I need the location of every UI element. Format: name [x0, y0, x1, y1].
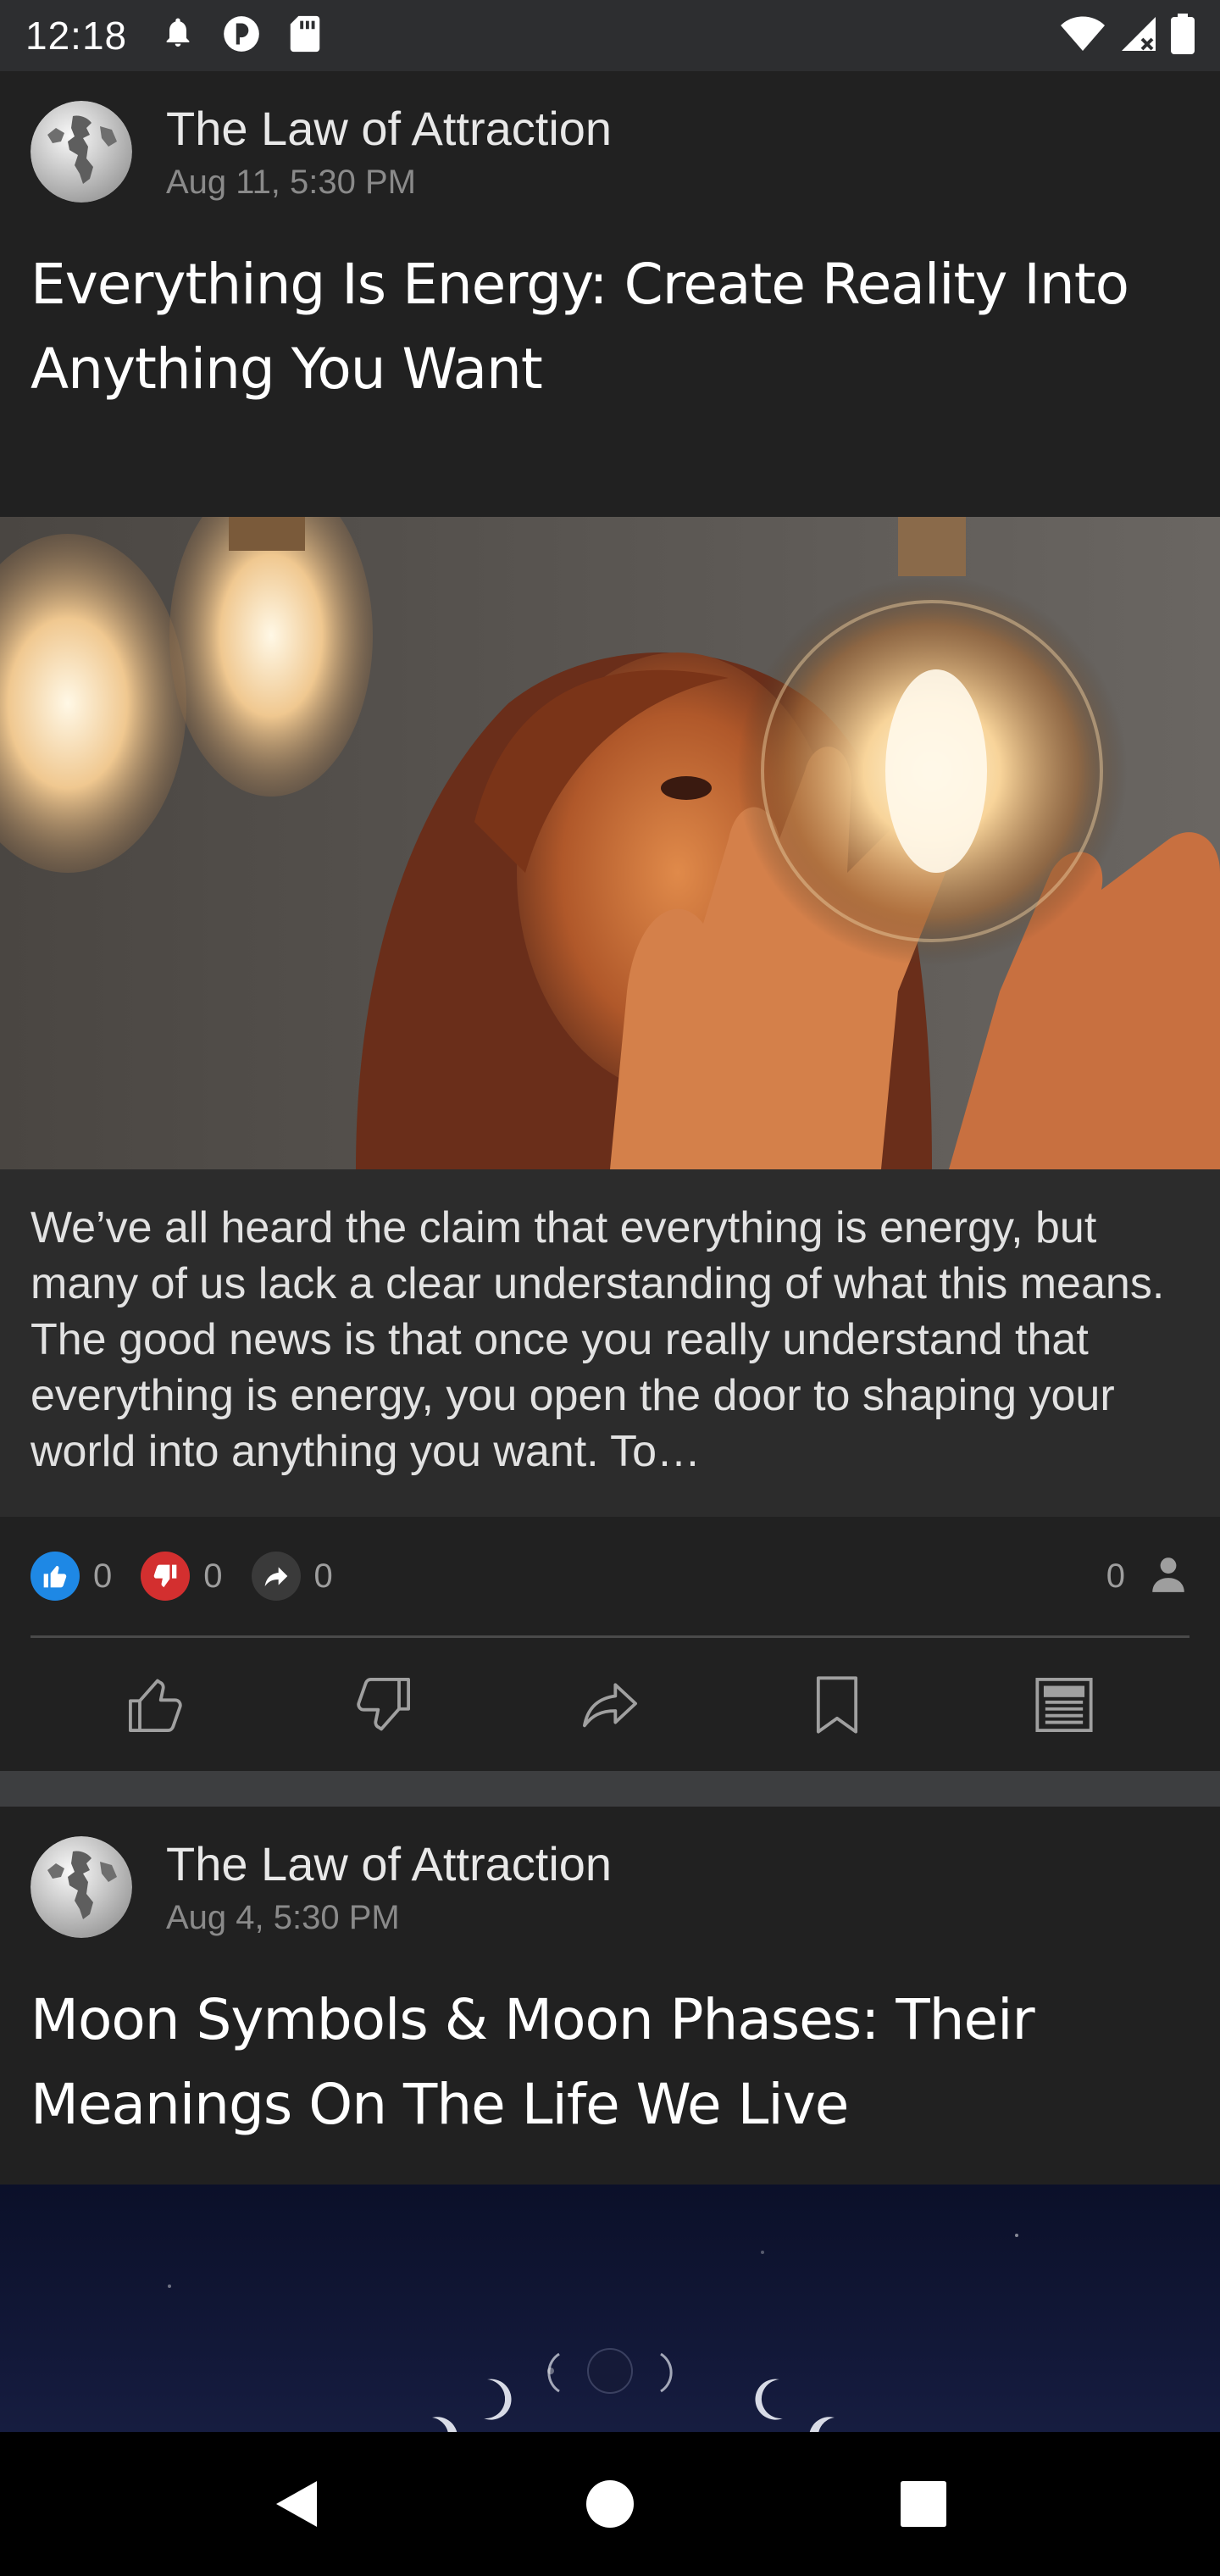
source-name[interactable]: The Law of Attraction: [166, 102, 612, 156]
sd-card-icon: [288, 14, 322, 58]
post-header: The Law of Attraction Aug 11, 5:30 PM: [0, 71, 1220, 232]
like-stat: 0: [30, 1552, 112, 1601]
views-stat: 0: [1106, 1553, 1190, 1600]
system-nav-bar: [0, 2432, 1220, 2576]
status-bar: 12:18: [0, 0, 1220, 71]
bell-icon: [161, 15, 195, 57]
like-icon[interactable]: [114, 1663, 198, 1747]
signal-icon: [1118, 14, 1159, 58]
bookmark-icon[interactable]: [795, 1663, 879, 1747]
post-time: Aug 4, 5:30 PM: [166, 1898, 400, 1936]
like-badge-icon: [30, 1552, 80, 1601]
post-title[interactable]: Moon Symbols & Moon Phases: Their Meanin…: [0, 1968, 1220, 2185]
post-excerpt[interactable]: We’ve all heard the claim that everythin…: [0, 1169, 1220, 1517]
post-card[interactable]: The Law of Attraction Aug 4, 5:30 PM Moo…: [0, 1807, 1220, 2432]
dislike-badge-icon: [141, 1552, 191, 1601]
share-count: 0: [313, 1557, 333, 1595]
post-excerpt-text: We’ve all heard the claim that everythin…: [30, 1203, 1165, 1476]
dislike-stat: 0: [141, 1552, 223, 1601]
post-time: Aug 11, 5:30 PM: [166, 163, 416, 201]
data-saver-icon: [220, 13, 263, 59]
share-icon[interactable]: [568, 1663, 652, 1747]
battery-icon: [1171, 13, 1195, 58]
home-icon[interactable]: [572, 2466, 648, 2542]
post-title[interactable]: Everything Is Energy: Create Reality Int…: [0, 232, 1220, 517]
source-avatar-globe-icon[interactable]: [30, 101, 132, 203]
card-separator: [0, 1771, 1220, 1807]
wifi-icon: [1059, 15, 1106, 57]
post-card[interactable]: The Law of Attraction Aug 11, 5:30 PM Ev…: [0, 71, 1220, 1771]
person-icon: [1147, 1553, 1190, 1600]
status-time: 12:18: [25, 14, 128, 58]
post-actions: [0, 1638, 1220, 1771]
share-badge-icon: [251, 1552, 301, 1601]
source-name[interactable]: The Law of Attraction: [166, 1837, 612, 1891]
post-header: The Law of Attraction Aug 4, 5:30 PM: [0, 1807, 1220, 1968]
views-count: 0: [1106, 1557, 1125, 1595]
recents-icon[interactable]: [885, 2466, 962, 2542]
dislike-count: 0: [203, 1557, 223, 1595]
post-image[interactable]: [0, 517, 1220, 1169]
source-avatar-globe-icon[interactable]: [30, 1836, 132, 1938]
back-icon[interactable]: [258, 2466, 335, 2542]
like-count: 0: [93, 1557, 113, 1595]
news-feed[interactable]: The Law of Attraction Aug 11, 5:30 PM Ev…: [0, 71, 1220, 2432]
dislike-icon[interactable]: [341, 1663, 425, 1747]
post-stats: 0 0 0 0: [0, 1517, 1220, 1635]
share-stat: 0: [251, 1552, 333, 1601]
article-icon[interactable]: [1022, 1663, 1106, 1747]
post-image[interactable]: [0, 2185, 1220, 2432]
